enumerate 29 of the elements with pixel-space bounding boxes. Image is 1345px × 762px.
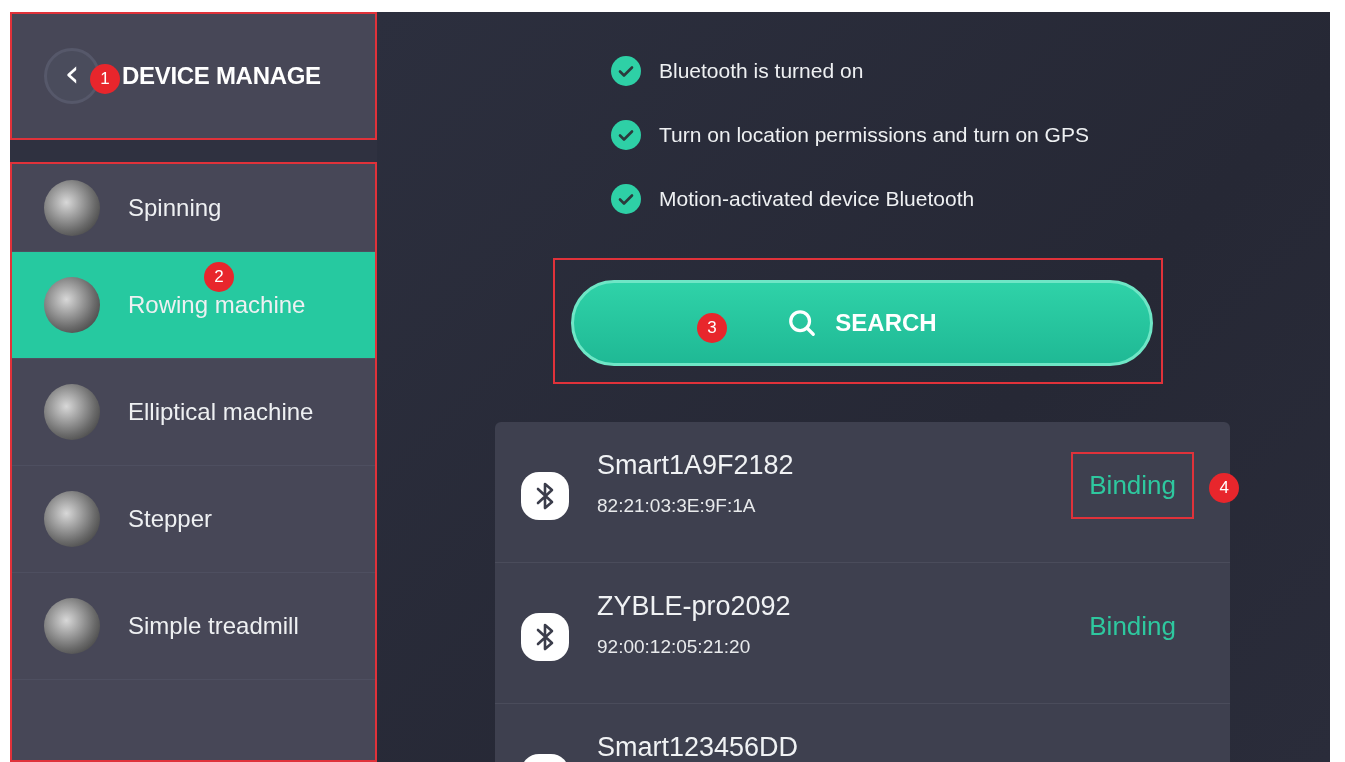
photo-placeholder <box>44 491 100 547</box>
bluetooth-icon <box>521 613 569 661</box>
item-label: Stepper <box>128 505 213 533</box>
device-address: 92:00:12:05:21:20 <box>597 636 752 658</box>
photo-placeholder <box>44 384 100 440</box>
search-icon <box>787 308 818 338</box>
requirement-text: Turn on location permissions and turn on GPS <box>659 123 1089 147</box>
sidebar-item[interactable]: Stepper <box>12 466 375 573</box>
photo-placeholder <box>44 277 100 333</box>
device-name: Smart123456DD <box>597 732 800 762</box>
sidebar-item[interactable]: Elliptical machine <box>12 359 375 466</box>
item-label: Spinning <box>128 193 222 222</box>
item-label: Simple treadmill <box>128 612 299 640</box>
bluetooth-icon <box>521 472 569 520</box>
callout-number: 1 <box>90 64 120 94</box>
item-label: Elliptical machine <box>128 398 314 426</box>
page-title: DEVICE MANAGE <box>122 62 321 90</box>
device-address: 82:21:03:3E:9F:1A <box>597 495 757 517</box>
device-name: ZYBLE-pro2092 <box>597 591 792 622</box>
binding-link[interactable]: Binding <box>1089 611 1176 641</box>
binding-link[interactable]: Binding <box>1089 470 1176 500</box>
photo-placeholder <box>44 598 100 654</box>
device-name: Smart1A9F2182 <box>597 450 795 481</box>
back-button[interactable]: ‹ <box>44 48 100 104</box>
item-label: Rowing machine <box>128 291 306 319</box>
requirement-text: Bluetooth is turned on <box>659 59 864 83</box>
requirement-text: Motion-activated device Bluetooth <box>659 187 975 211</box>
callout-number: 4 <box>1209 473 1240 503</box>
sidebar-item[interactable]: Simple treadmill <box>12 573 375 680</box>
